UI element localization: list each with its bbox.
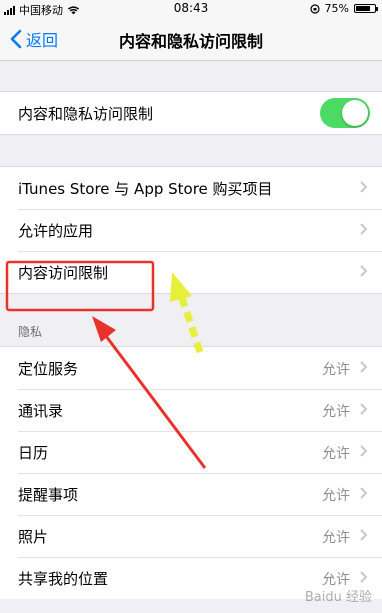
privacy-item-value: 允许: [322, 446, 350, 462]
chevron-right-icon: [360, 487, 368, 499]
privacy-item-value: 允许: [322, 362, 350, 378]
toggle-knob: [342, 100, 368, 126]
privacy-group: 定位服务 允许 通讯录 允许 日历 允许 提醒事项 允许 照片 允许 共享我的位…: [0, 346, 382, 599]
navigation-bar: 返回 内容和隐私访问限制: [0, 18, 382, 61]
restrictions-toggle-label: 内容和隐私访问限制: [18, 105, 154, 123]
chevron-right-icon: [360, 403, 368, 415]
menu-item-label: iTunes Store 与 App Store 购买项目: [18, 180, 273, 198]
privacy-item-label: 定位服务: [18, 360, 79, 378]
menu-item-allowed-apps[interactable]: 允许的应用: [0, 209, 382, 251]
chevron-right-icon: [360, 445, 368, 457]
chevron-right-icon: [360, 529, 368, 541]
privacy-section-header: 隐私: [18, 325, 43, 339]
chevron-right-icon: [360, 361, 368, 373]
privacy-item-contacts[interactable]: 通讯录 允许: [0, 389, 382, 431]
watermark: Baidu 经验: [304, 590, 372, 605]
status-bar: 中国移动 08:43 75%: [0, 0, 382, 18]
privacy-item-label: 照片: [18, 528, 49, 546]
restrictions-toggle-row: 内容和隐私访问限制: [0, 92, 382, 134]
chevron-right-icon: [360, 265, 368, 277]
privacy-item-calendars[interactable]: 日历 允许: [0, 431, 382, 473]
privacy-item-value: 允许: [322, 488, 350, 504]
privacy-item-label: 共享我的位置: [18, 570, 109, 588]
privacy-item-value: 允许: [322, 530, 350, 546]
restrictions-toggle[interactable]: [320, 98, 370, 128]
privacy-item-label: 提醒事项: [18, 486, 79, 504]
restrictions-toggle-group: 内容和隐私访问限制: [0, 91, 382, 135]
page-title: 内容和隐私访问限制: [118, 32, 263, 51]
menu-item-store-purchases[interactable]: iTunes Store 与 App Store 购买项目: [0, 167, 382, 209]
menu-item-content-restrictions[interactable]: 内容访问限制: [0, 251, 382, 293]
rotation-lock-icon: [309, 3, 320, 14]
privacy-item-value: 允许: [322, 404, 350, 420]
privacy-item-location[interactable]: 定位服务 允许: [0, 347, 382, 389]
privacy-item-reminders[interactable]: 提醒事项 允许: [0, 473, 382, 515]
privacy-item-label: 通讯录: [18, 402, 64, 420]
restrictions-menu-group: iTunes Store 与 App Store 购买项目 允许的应用 内容访问…: [0, 166, 382, 294]
privacy-item-label: 日历: [18, 444, 49, 462]
battery-percent: 75%: [324, 2, 349, 15]
chevron-right-icon: [360, 223, 368, 235]
battery-icon: [354, 4, 378, 13]
menu-item-label: 允许的应用: [18, 222, 94, 240]
chevron-right-icon: [360, 571, 368, 583]
privacy-item-photos[interactable]: 照片 允许: [0, 515, 382, 557]
menu-item-label: 内容访问限制: [18, 264, 109, 282]
chevron-right-icon: [360, 181, 368, 193]
